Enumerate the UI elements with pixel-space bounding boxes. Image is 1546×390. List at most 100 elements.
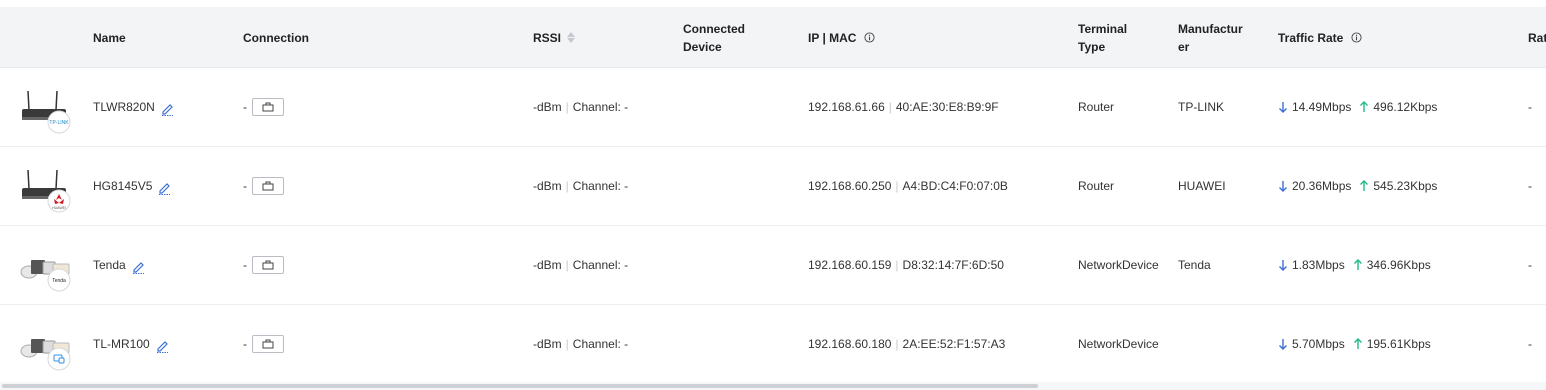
terminal-type-cell: Router <box>1078 68 1114 146</box>
rate-cell: - <box>1528 305 1532 383</box>
terminal-type-line1: Network <box>1078 258 1123 272</box>
column-header-manufacturer: Manufactur er <box>1178 7 1243 68</box>
table-row[interactable]: TP-LINK TLWR820N - -dBm | Channel: - 192.1… <box>0 68 1546 147</box>
edit-icon[interactable] <box>158 181 171 195</box>
ip-address: 192.168.60.250 <box>808 179 892 193</box>
upload-rate: 545.23Kbps <box>1373 179 1438 193</box>
connection-value: - <box>243 258 247 272</box>
rate-cell: - <box>1528 68 1532 146</box>
upload-rate: 346.96Kbps <box>1366 258 1431 272</box>
manufacturer-cell: HUAWEI <box>1178 147 1226 225</box>
info-icon[interactable] <box>864 32 876 43</box>
column-header-name: Name <box>93 7 126 68</box>
rate-cell: - <box>1528 226 1532 304</box>
column-header-ip-mac: IP | MAC <box>808 7 876 68</box>
rate-value: - <box>1528 179 1532 193</box>
connection-cell: - <box>243 305 284 383</box>
rssi-value: -dBm <box>533 258 562 272</box>
channel-value: Channel: - <box>572 100 629 114</box>
ip-mac-cell: 192.168.60.180 | 2A:EE:52:F1:57:A3 <box>808 337 1006 351</box>
column-header-connection: Connection <box>243 7 309 68</box>
svg-text:Tenda: Tenda <box>52 278 66 284</box>
table-row[interactable]: HUAWEI HG8145V5 - -dBm | Channel: - 192.16… <box>0 147 1546 226</box>
router-tplink-icon: TP-LINK <box>22 90 71 134</box>
upload-rate: 496.12Kbps <box>1373 100 1438 114</box>
rate-value: - <box>1528 337 1532 351</box>
download-rate: 14.49Mbps <box>1292 100 1352 114</box>
column-rate-label: Rat <box>1528 30 1546 45</box>
mac-address: D8:32:14:7F:6D:50 <box>902 258 1004 272</box>
arrow-down-icon <box>1279 339 1287 350</box>
device-name-cell: Tenda <box>93 226 145 304</box>
traffic-rate-cell: 5.70Mbps 195.61Kbps <box>1278 305 1431 383</box>
channel-value: Channel: - <box>572 337 629 351</box>
ethernet-port-icon <box>262 339 274 349</box>
ip-address: 192.168.61.66 <box>808 100 885 114</box>
device-name: TLWR820N <box>93 100 155 114</box>
arrow-down-icon <box>1279 102 1287 113</box>
arrow-up-icon <box>1353 338 1362 349</box>
device-name: Tenda <box>93 258 126 272</box>
ip-mac-cell: 192.168.61.66 | 40:AE:30:E8:B9:9F <box>808 100 999 114</box>
column-rssi-label: RSSI <box>533 30 562 45</box>
rssi-value: -dBm <box>533 179 562 193</box>
table-row[interactable]: Tenda Tenda - -dBm | Channel: - 192.168.60… <box>0 226 1546 305</box>
edit-icon[interactable] <box>132 260 145 274</box>
manufacturer-value: Tenda <box>1178 258 1211 272</box>
column-name-label: Name <box>93 30 126 45</box>
rssi-cell: -dBm | Channel: - <box>533 337 629 351</box>
table-row[interactable]: TL-MR100 - -dBm | Channel: - 192.168.60.18… <box>0 305 1546 384</box>
column-traffic-rate-label: Traffic Rate <box>1278 30 1344 45</box>
rssi-value: -dBm <box>533 337 562 351</box>
download-rate: 20.36Mbps <box>1292 179 1352 193</box>
column-manufacturer-label-line2: er <box>1178 39 1190 54</box>
sort-icon[interactable] <box>567 32 576 43</box>
rate-value: - <box>1528 100 1532 114</box>
connection-cell: - <box>243 147 284 225</box>
horizontal-scrollbar[interactable] <box>0 382 1546 390</box>
arrow-down-icon <box>1279 260 1287 271</box>
connection-button[interactable] <box>252 335 284 353</box>
terminal-type-cell: Router <box>1078 147 1114 225</box>
terminal-type-line2: Device <box>1122 337 1159 351</box>
manufacturer-cell: Tenda <box>1178 226 1211 304</box>
ethernet-port-icon <box>262 102 274 112</box>
edit-icon[interactable] <box>156 339 169 353</box>
traffic-rate-cell: 1.83Mbps 346.96Kbps <box>1278 226 1431 304</box>
arrow-up-icon <box>1360 101 1369 112</box>
channel-value: Channel: - <box>572 179 629 193</box>
arrow-up-icon <box>1353 259 1362 270</box>
info-icon[interactable] <box>1351 32 1362 43</box>
arrow-up-icon <box>1360 180 1369 191</box>
column-header-rssi[interactable]: RSSI <box>533 7 576 68</box>
ethernet-port-icon <box>262 260 274 270</box>
terminal-type-cell: NetworkDevice <box>1078 305 1159 383</box>
upload-rate: 195.61Kbps <box>1366 337 1431 351</box>
column-ip-mac-label: IP | MAC <box>808 30 857 45</box>
scrollbar-thumb[interactable] <box>2 384 1038 388</box>
connection-cell: - <box>243 226 284 304</box>
download-rate: 5.70Mbps <box>1292 337 1345 351</box>
device-name-cell: HG8145V5 <box>93 147 171 225</box>
mac-address: 2A:EE:52:F1:57:A3 <box>902 337 1006 351</box>
device-name: TL-MR100 <box>93 337 150 351</box>
connection-button[interactable] <box>252 256 284 274</box>
ethernet-port-icon <box>262 181 274 191</box>
network-device-generic-icon <box>20 339 71 371</box>
column-manufacturer-label-line1: Manufactur <box>1178 21 1243 36</box>
terminal-type-line1: Network <box>1078 337 1123 351</box>
rssi-cell: -dBm | Channel: - <box>533 258 629 272</box>
connection-button[interactable] <box>252 98 284 116</box>
edit-icon[interactable] <box>161 102 174 116</box>
device-name-cell: TL-MR100 <box>93 305 169 383</box>
connection-button[interactable] <box>252 177 284 195</box>
ip-mac-cell: 192.168.60.250 | A4:BD:C4:F0:07:0B <box>808 179 1008 193</box>
connection-value: - <box>243 100 247 114</box>
column-header-traffic-rate: Traffic Rate <box>1278 7 1362 68</box>
column-connection-label: Connection <box>243 30 309 45</box>
rate-value: - <box>1528 258 1532 272</box>
terminal-type-cell: NetworkDevice <box>1078 226 1159 304</box>
download-rate: 1.83Mbps <box>1292 258 1345 272</box>
manufacturer-value: HUAWEI <box>1178 179 1226 193</box>
rssi-cell: -dBm | Channel: - <box>533 179 629 193</box>
